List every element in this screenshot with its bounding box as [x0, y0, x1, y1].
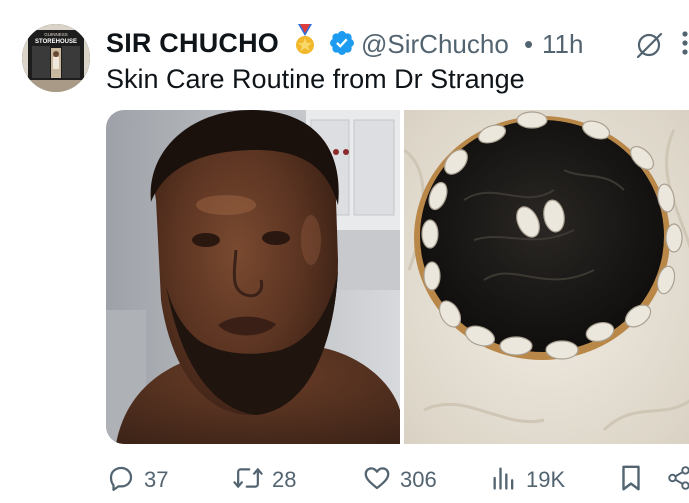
post-actions: 37 28 306 19K [106, 462, 689, 498]
bookmark-icon [618, 463, 644, 498]
avatar-sign: STOREHOUSE [35, 39, 77, 45]
reply-count: 37 [144, 467, 169, 492]
media-grid[interactable] [106, 110, 689, 444]
repost-icon [232, 463, 264, 498]
post-timestamp[interactable]: 11h [542, 29, 583, 60]
views-button[interactable]: 19K [490, 462, 565, 498]
verified-badge-icon [328, 29, 356, 62]
grok-icon[interactable] [634, 30, 664, 65]
share-button[interactable] [666, 462, 689, 498]
medal-icon [291, 24, 319, 63]
repost-count: 28 [272, 467, 297, 492]
media-photo-selfie[interactable] [106, 110, 400, 444]
avatar-sign-top: GUINNESS [44, 32, 68, 37]
reply-button[interactable]: 37 [106, 462, 168, 498]
views-count: 19K [526, 467, 566, 492]
post-header: SIR CHUCHO @SirChucho • 11h [106, 22, 689, 62]
heart-icon [362, 463, 392, 498]
repost-button[interactable]: 28 [232, 462, 296, 498]
like-count: 306 [400, 467, 437, 492]
media-photo-bowl[interactable] [403, 110, 689, 444]
views-icon [490, 463, 518, 498]
tweet-text: Skin Care Routine from Dr Strange [106, 64, 525, 94]
display-name[interactable]: SIR CHUCHO [106, 28, 279, 59]
bookmark-button[interactable] [618, 462, 644, 498]
separator-dot: • [524, 29, 534, 59]
like-button[interactable]: 306 [362, 462, 437, 498]
avatar[interactable]: GUINNESS STOREHOUSE [22, 24, 90, 92]
more-options-icon[interactable] [680, 28, 689, 63]
share-icon [666, 463, 689, 498]
author-handle[interactable]: @SirChucho [361, 29, 509, 60]
reply-icon [106, 463, 136, 498]
